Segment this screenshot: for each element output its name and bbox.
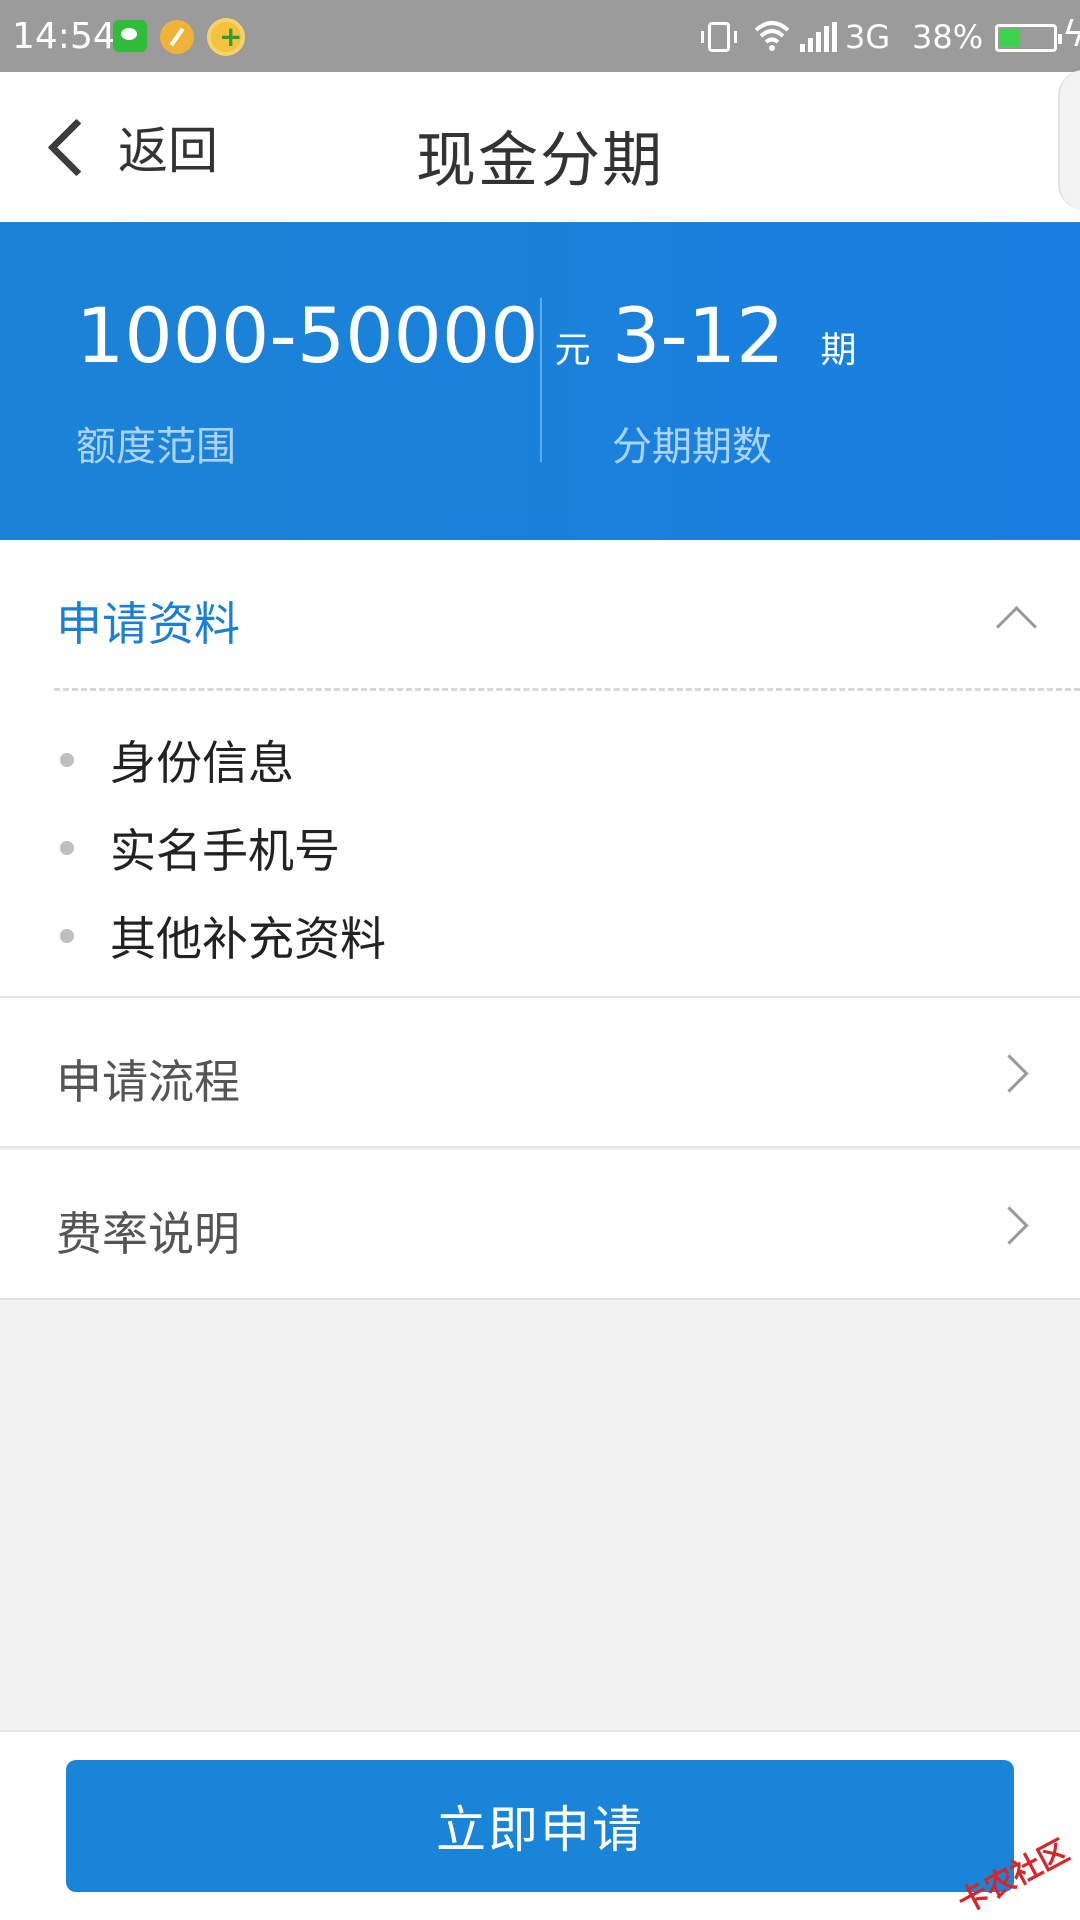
banner-divider: [540, 298, 542, 462]
paint-icon: [160, 20, 194, 54]
side-handle[interactable]: [1058, 70, 1080, 210]
process-label: 申请流程: [56, 1055, 240, 1109]
process-row[interactable]: 申请流程: [0, 998, 1080, 1148]
list-item-label: 身份信息: [110, 736, 294, 790]
materials-title[interactable]: 申请资料: [56, 588, 240, 654]
battery-percent: 38%: [912, 18, 984, 56]
signal-icon: [800, 22, 837, 52]
amount-value: 1000-50000: [76, 291, 539, 380]
list-item-label: 实名手机号: [110, 824, 340, 878]
materials-list: 身份信息 实名手机号 其他补充资料: [56, 716, 386, 980]
list-item-label: 其他补充资料: [110, 912, 386, 966]
amount-unit: 元: [554, 330, 591, 371]
status-right: 3G 38% ϟ: [690, 0, 1080, 72]
bullet-icon: [60, 753, 74, 767]
list-item: 实名手机号: [56, 804, 386, 892]
periods-unit: 期: [820, 330, 857, 371]
list-item: 其他补充资料: [56, 892, 386, 980]
amount-range: 1000-50000 元 额度范围: [76, 298, 591, 472]
plus-app-icon: +: [207, 18, 245, 56]
page: 14:54 + 3G 38% ϟ 返回 现金分期 1000-50000 元 额度…: [0, 0, 1080, 1920]
page-title: 现金分期: [416, 126, 664, 196]
rate-label: 费率说明: [56, 1207, 240, 1261]
chevron-up-icon[interactable]: [994, 598, 1034, 638]
charging-icon: ϟ: [1062, 14, 1080, 55]
wechat-icon: [113, 20, 147, 52]
network-type: 3G: [845, 18, 891, 56]
apply-button[interactable]: 立即申请: [66, 1760, 1014, 1892]
rate-row[interactable]: 费率说明: [0, 1150, 1080, 1300]
periods-value: 3-12: [612, 291, 785, 380]
nav-bar: 返回 现金分期: [0, 70, 1080, 222]
bullet-icon: [60, 841, 74, 855]
dashed-divider: [54, 688, 1080, 691]
materials-section: 申请资料 身份信息 实名手机号 其他补充资料: [0, 540, 1080, 998]
status-bar: 14:54 + 3G 38% ϟ: [0, 0, 1080, 72]
battery-icon: [995, 24, 1062, 52]
chevron-right-icon: [994, 1050, 1034, 1090]
bottom-bar: 立即申请 卡农社区: [0, 1730, 1080, 1920]
amount-label: 额度范围: [76, 424, 236, 470]
summary-banner: 1000-50000 元 额度范围 3-12 期 分期期数: [0, 222, 1080, 540]
vibrate-icon: [701, 22, 737, 52]
bullet-icon: [60, 929, 74, 943]
periods-label: 分期期数: [612, 424, 772, 470]
wifi-icon: [754, 21, 790, 51]
list-item: 身份信息: [56, 716, 386, 804]
chevron-right-icon: [994, 1202, 1034, 1242]
status-time: 14:54: [12, 16, 116, 57]
period-range: 3-12 期 分期期数: [612, 298, 857, 472]
